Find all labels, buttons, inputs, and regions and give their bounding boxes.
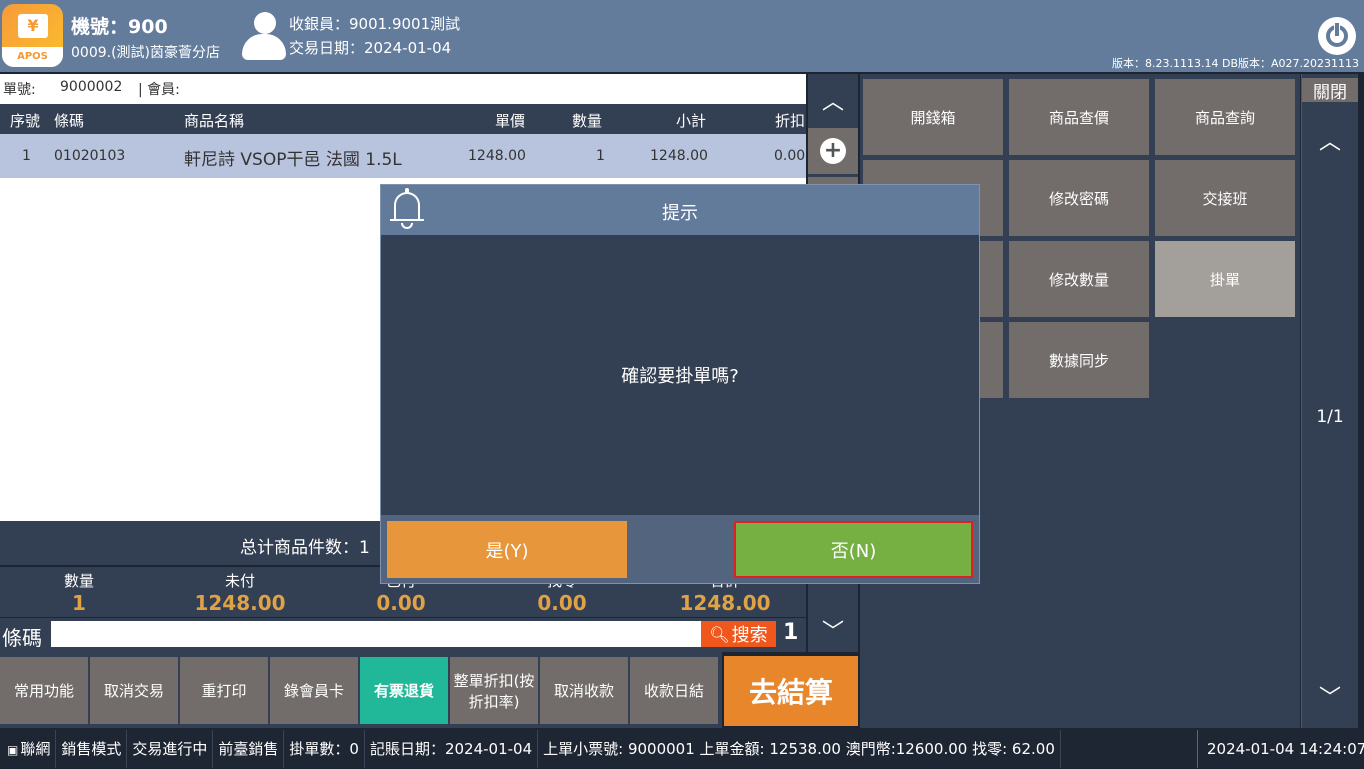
scroll-down-icon[interactable]: ﹀: [808, 614, 858, 646]
cell-barcode: 01020103: [54, 148, 126, 164]
header-bar: ¥ APOS 機號：900 0009.(測試)茵豪薈分店 收銀員：9001.900…: [0, 0, 1364, 72]
network-icon: ▣: [7, 743, 19, 757]
cancel-payment-button[interactable]: 取消收款: [540, 657, 628, 724]
trade-date: 交易日期：2024-01-04: [289, 39, 452, 57]
col-name: 商品名稱: [184, 112, 245, 130]
cell-discount: 0.00: [774, 148, 806, 164]
held-orders-count: 掛單數：0: [284, 730, 365, 768]
network-status: ▣ 聯網: [0, 730, 57, 768]
modify-quantity-button[interactable]: 修改數量: [1009, 241, 1149, 317]
common-functions-button[interactable]: 常用功能: [0, 657, 88, 724]
booking-date: 記賬日期：2024-01-04: [365, 730, 539, 768]
version-info: 版本：8.23.1113.14 DB版本：A027.20231113: [1112, 57, 1359, 70]
summary-value: 1248.00: [194, 591, 286, 615]
data-sync-button[interactable]: 數據同步: [1009, 322, 1149, 398]
clock: 2024-01-04 14:24:07: [1197, 730, 1364, 768]
no-button[interactable]: 否(N): [734, 521, 973, 578]
page-down-icon[interactable]: ﹀: [1302, 680, 1358, 712]
col-price: 單價: [495, 112, 526, 130]
change-password-button[interactable]: 修改密碼: [1009, 160, 1149, 236]
last-receipt-info: 上單小票號: 9000001 上單金額: 12538.00 澳門幣:12600.…: [538, 730, 1061, 768]
scroll-up-icon[interactable]: ︿: [808, 84, 858, 116]
order-discount-button[interactable]: 整單折扣(按折扣率): [450, 657, 538, 724]
dialog-message: 確認要掛單嗎?: [621, 366, 739, 387]
cell-subtotal: 1248.00: [650, 148, 708, 164]
add-item-button[interactable]: +: [808, 128, 858, 174]
transaction-status: 交易進行中: [127, 730, 214, 768]
cell-index: 1: [22, 148, 31, 164]
power-icon[interactable]: [1318, 17, 1356, 55]
confirm-dialog: 提示 確認要掛單嗎? 是(Y) 否(N): [380, 184, 980, 584]
close-button[interactable]: 關閉: [1302, 78, 1358, 103]
plus-icon: +: [820, 138, 846, 164]
summary-value: 1248.00: [679, 591, 771, 615]
cell-qty: 1: [596, 148, 605, 164]
col-discount: 折扣: [775, 112, 806, 130]
barcode-input[interactable]: [51, 621, 701, 647]
search-label: 搜索: [731, 625, 768, 646]
daily-settlement-button[interactable]: 收款日結: [630, 657, 718, 724]
cashier: 收銀員：9001.9001測試: [289, 15, 461, 33]
cell-name: 軒尼詩 VSOP干邑 法國 1.5L: [184, 150, 402, 170]
hold-order-button[interactable]: 掛單: [1155, 241, 1295, 317]
table-row[interactable]: 1 01020103 軒尼詩 VSOP干邑 法國 1.5L 1248.00 1 …: [0, 134, 806, 178]
price-check-button[interactable]: 商品查價: [1009, 79, 1149, 155]
col-barcode: 條碼: [54, 112, 85, 130]
total-items: 总计商品件数：1: [240, 538, 370, 558]
member-label: | 會員:: [138, 82, 180, 98]
open-cash-drawer-button[interactable]: 開錢箱: [863, 79, 1003, 155]
page-indicator: 1/1: [1316, 407, 1344, 427]
yes-button[interactable]: 是(Y): [387, 521, 627, 578]
dialog-title: 提示: [662, 203, 698, 224]
summary-label: 未付: [224, 572, 255, 590]
machine-number: 機號：900: [71, 16, 168, 38]
user-icon: [242, 12, 286, 60]
order-no: 9000002: [60, 79, 123, 95]
cell-price: 1248.00: [468, 148, 526, 164]
page-up-icon[interactable]: ︿: [1302, 124, 1358, 156]
order-no-label: 單號:: [3, 82, 36, 98]
shift-handover-button[interactable]: 交接班: [1155, 160, 1295, 236]
summary-label: 數量: [63, 572, 94, 590]
reprint-button[interactable]: 重打印: [180, 657, 268, 724]
checkout-button[interactable]: 去結算: [724, 656, 858, 726]
cancel-transaction-button[interactable]: 取消交易: [90, 657, 178, 724]
product-query-button[interactable]: 商品查詢: [1155, 79, 1295, 155]
search-button[interactable]: 🔍︎ 搜索: [701, 621, 776, 647]
summary-value: 1: [72, 591, 86, 615]
front-sales: 前臺銷售: [213, 730, 285, 768]
col-qty: 數量: [572, 112, 603, 130]
qty-display: 1: [783, 620, 799, 645]
barcode-label: 條碼: [2, 626, 42, 650]
status-bar: ▣ 聯網 銷售模式 交易進行中 前臺銷售 掛單數：0 記賬日期：2024-01-04 上單小票…: [0, 730, 1364, 768]
return-with-receipt-button[interactable]: 有票退貨: [360, 657, 448, 724]
search-icon: 🔍︎: [709, 624, 730, 644]
table-header: 序號 條碼 商品名稱 單價 數量 小計 折扣: [0, 104, 806, 134]
barcode-row: 條碼 🔍︎ 搜索 1: [0, 618, 806, 652]
summary-value: 0.00: [537, 591, 587, 615]
member-card-button[interactable]: 錄會員卡: [270, 657, 358, 724]
sales-mode: 銷售模式: [56, 730, 128, 768]
dialog-footer: 是(Y) 否(N): [381, 515, 979, 583]
store-name: 0009.(測試)茵豪薈分店: [71, 45, 221, 61]
page-column: 關閉 ︿ 1/1 ﹀: [1301, 74, 1358, 728]
dialog-header: 提示: [381, 185, 979, 235]
summary-value: 0.00: [376, 591, 426, 615]
col-subtotal: 小計: [676, 112, 707, 130]
apos-logo: ¥ APOS: [2, 4, 63, 67]
col-index: 序號: [10, 112, 41, 130]
